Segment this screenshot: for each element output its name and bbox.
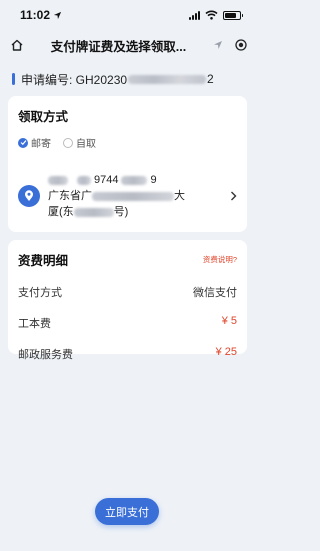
fee-row-value: ¥ 5 (221, 315, 237, 327)
address-line1-start: 广东省广 (48, 190, 92, 202)
application-number-label: 申请编号: GH20230 (21, 72, 128, 87)
nav-bar: 支付牌证费及选择领取... (0, 30, 255, 60)
battery-icon (223, 10, 243, 20)
unchecked-radio-icon (63, 137, 73, 148)
redacted-text (128, 74, 207, 84)
location-arrow-icon (53, 11, 62, 19)
address-text: 9744 9 广东省广 大 厦(东 号) (48, 172, 226, 220)
redacted-text (73, 207, 114, 217)
chevron-right-icon (231, 191, 237, 201)
option-mail[interactable]: 邮寄 (18, 135, 51, 150)
page-title: 支付牌证费及选择领取... (50, 39, 187, 54)
option-pickup[interactable]: 自取 (63, 135, 96, 150)
cellular-signal-icon (189, 10, 200, 20)
fee-row-label: 邮政服务费 (18, 349, 73, 361)
fee-info-link[interactable]: 资费说明? (203, 254, 237, 265)
address-line2-end: 号) (113, 206, 129, 218)
wifi-icon (205, 10, 218, 20)
fee-row-label: 支付方式 (18, 287, 62, 299)
fee-details-title: 资费明细 (18, 254, 69, 268)
application-number-tail: 2 (207, 72, 214, 86)
fee-row-postal-fee: 邮政服务费 ¥ 25 (18, 346, 237, 362)
fee-row-card-fee: 工本费 ¥ 5 (18, 315, 237, 331)
fee-row-value: ¥ 25 (215, 346, 237, 358)
fee-row-label: 工本费 (18, 318, 51, 330)
navigation-arrow-icon[interactable] (213, 40, 223, 50)
application-number: 申请编号: GH20230 2 (0, 66, 255, 92)
delivery-method-title: 领取方式 (18, 110, 69, 124)
status-time: 11:02 (20, 8, 51, 22)
redacted-text (77, 175, 91, 185)
option-pickup-label: 自取 (76, 139, 96, 150)
target-icon[interactable] (235, 39, 247, 51)
option-mail-label: 邮寄 (31, 139, 51, 150)
phone-end: 9 (150, 174, 157, 186)
checked-radio-icon (18, 137, 28, 148)
location-pin-icon (18, 185, 40, 207)
delivery-method-card: 领取方式 邮寄 自取 9744 9 广东省广 大 厦(东 号) (8, 96, 247, 232)
fee-row-payment-method: 支付方式 微信支付 (18, 284, 237, 300)
redacted-text (92, 191, 174, 201)
phone-fragment: 9744 (94, 174, 119, 186)
fee-row-value: 微信支付 (193, 287, 237, 299)
address-selector[interactable]: 9744 9 广东省广 大 厦(东 号) (18, 168, 237, 224)
redacted-text (48, 175, 68, 185)
address-line2-start: 厦(东 (48, 206, 74, 218)
pay-now-button[interactable]: 立即支付 (95, 498, 159, 525)
status-bar: 11:02 (0, 0, 255, 30)
redacted-text (121, 175, 148, 185)
address-line1-end: 大 (174, 190, 185, 202)
fee-details-card: 资费明细 资费说明? 支付方式 微信支付 工本费 ¥ 5 邮政服务费 ¥ 25 (8, 240, 247, 361)
delivery-options: 邮寄 自取 (18, 135, 237, 150)
home-icon[interactable] (10, 38, 24, 52)
